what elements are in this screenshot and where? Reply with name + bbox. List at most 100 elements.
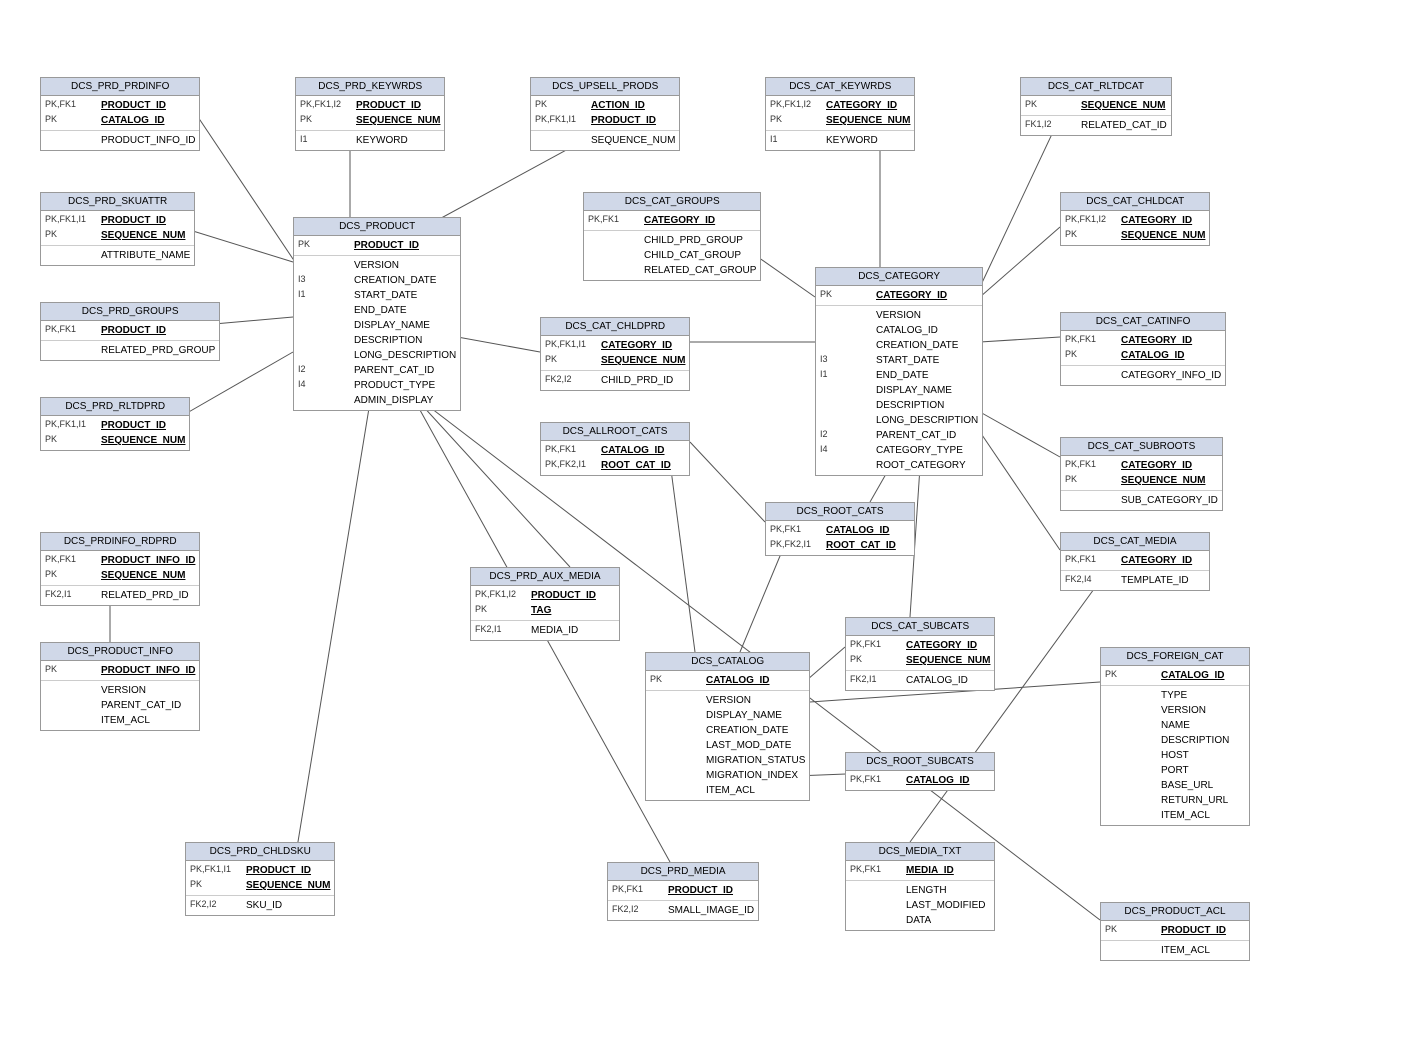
row-field: ACTION_ID	[591, 99, 645, 112]
row-key: PK,FK1,I1	[545, 339, 597, 351]
row-field: SKU_ID	[246, 899, 282, 912]
table-header-dcs_cat_subroots: DCS_CAT_SUBROOTS	[1061, 438, 1222, 456]
row-key: PK	[1065, 349, 1117, 361]
table-row: I1END_DATE	[816, 368, 982, 383]
table-dcs_root_subcats: DCS_ROOT_SUBCATSPK,FK1CATALOG_ID	[845, 752, 995, 791]
table-header-dcs_prd_groups: DCS_PRD_GROUPS	[41, 303, 219, 321]
row-field: MIGRATION_STATUS	[706, 754, 805, 767]
table-row: PK,FK1,I1PRODUCT_ID	[41, 418, 189, 433]
row-key: PK	[298, 239, 350, 251]
row-key: PK,FK1,I2	[770, 99, 822, 111]
table-row: FK2,I1 CATALOG_ID	[846, 670, 994, 688]
table-row: RELATED_PRD_GROUP	[41, 340, 219, 358]
row-key: PK,FK1	[588, 214, 640, 226]
row-field: VERSION	[876, 309, 921, 322]
row-field: CREATION_DATE	[706, 724, 788, 737]
table-row: PARENT_CAT_ID	[41, 698, 199, 713]
table-row: LENGTH	[846, 880, 994, 898]
table-row: PK,FK1PRODUCT_ID	[41, 323, 219, 338]
row-field: RELATED_CAT_ID	[1081, 119, 1167, 132]
table-row: PK,FK1CATEGORY_ID	[1061, 458, 1222, 473]
row-field: SMALL_IMAGE_ID	[668, 904, 754, 917]
table-row: PKCATEGORY_ID	[816, 288, 982, 303]
table-header-dcs_cat_keywrds: DCS_CAT_KEYWRDS	[766, 78, 914, 96]
table-row: ITEM_ACL	[1101, 808, 1249, 823]
row-field: MEDIA_ID	[531, 624, 578, 637]
table-row: I1START_DATE	[294, 288, 460, 303]
row-field: CATEGORY_ID	[876, 289, 947, 302]
row-field: SEQUENCE_NUM	[101, 434, 185, 447]
row-field: PRODUCT_ID	[101, 324, 166, 337]
table-dcs_product: DCS_PRODUCTPKPRODUCT_IDVERSIONI3CREATION…	[293, 217, 461, 411]
row-field: START_DATE	[354, 289, 417, 302]
row-field: PRODUCT_ID	[354, 239, 419, 252]
row-field: CHILD_PRD_ID	[601, 374, 673, 387]
table-dcs_cat_rltdcat: DCS_CAT_RLTDCATPKSEQUENCE_NUMFK1,I2RELAT…	[1020, 77, 1172, 136]
row-field: CATALOG_ID	[906, 674, 968, 687]
table-row: DESCRIPTION	[816, 398, 982, 413]
row-field: PARENT_CAT_ID	[876, 429, 956, 442]
table-row: PKSEQUENCE_NUM	[41, 228, 194, 243]
row-field: DATA	[906, 914, 931, 927]
row-field: DISPLAY_NAME	[706, 709, 782, 722]
table-row: BASE_URL	[1101, 778, 1249, 793]
row-key: FK2,I1	[850, 674, 902, 686]
table-dcs_media_txt: DCS_MEDIA_TXTPK,FK1MEDIA_IDLENGTHLAST_MO…	[845, 842, 995, 931]
row-field: END_DATE	[876, 369, 929, 382]
table-row: SUB_CATEGORY_ID	[1061, 490, 1222, 508]
row-field: CATEGORY_ID	[644, 214, 715, 227]
table-dcs_prd_rltdprd: DCS_PRD_RLTDPRDPK,FK1,I1PRODUCT_IDPKSEQU…	[40, 397, 190, 451]
table-dcs_allroot_cats: DCS_ALLROOT_CATSPK,FK1CATALOG_IDPK,FK2,I…	[540, 422, 690, 476]
table-row: PK,FK1PRODUCT_INFO_ID	[41, 553, 199, 568]
row-key: PK,FK1,I1	[45, 419, 97, 431]
table-row: PK,FK1,I2CATEGORY_ID	[766, 98, 914, 113]
table-row: PK,FK1PRODUCT_ID	[41, 98, 199, 113]
table-row: PKCATALOG_ID	[646, 673, 809, 688]
row-field: ROOT_CAT_ID	[826, 539, 896, 552]
row-field: CATEGORY_TYPE	[876, 444, 963, 457]
table-row: PKSEQUENCE_NUM	[1061, 228, 1209, 243]
row-key: I1	[770, 134, 822, 146]
row-field: ROOT_CATEGORY	[876, 459, 966, 472]
row-key: PK	[300, 114, 352, 126]
row-field: KEYWORD	[826, 134, 878, 147]
row-field: SEQUENCE_NUM	[1121, 229, 1205, 242]
table-dcs_upsell_prods: DCS_UPSELL_PRODSPKACTION_IDPK,FK1,I1PROD…	[530, 77, 680, 151]
table-row: MIGRATION_INDEX	[646, 768, 809, 783]
table-dcs_prd_skuattr: DCS_PRD_SKUATTRPK,FK1,I1PRODUCT_IDPKSEQU…	[40, 192, 195, 266]
row-key: PK	[1025, 99, 1077, 111]
row-key: PK	[45, 569, 97, 581]
row-key: PK	[190, 879, 242, 891]
table-row: I2PARENT_CAT_ID	[816, 428, 982, 443]
table-row: I2PARENT_CAT_ID	[294, 363, 460, 378]
row-field: PRODUCT_ID	[1161, 924, 1226, 937]
table-row: PKCATALOG_ID	[1101, 668, 1249, 683]
row-key: PK,FK1	[850, 864, 902, 876]
table-row: CATALOG_ID	[816, 323, 982, 338]
table-header-dcs_upsell_prods: DCS_UPSELL_PRODS	[531, 78, 679, 96]
table-row: PK,FK1,I1CATEGORY_ID	[541, 338, 689, 353]
table-header-dcs_product_info: DCS_PRODUCT_INFO	[41, 643, 199, 661]
table-row: PK,FK1,I2PRODUCT_ID	[296, 98, 444, 113]
table-header-dcs_allroot_cats: DCS_ALLROOT_CATS	[541, 423, 689, 441]
row-key: PK	[45, 114, 97, 126]
row-key: PK,FK1	[45, 99, 97, 111]
table-header-dcs_prd_aux_media: DCS_PRD_AUX_MEDIA	[471, 568, 619, 586]
table-row: PKTAG	[471, 603, 619, 618]
table-row: PK,FK1,I1PRODUCT_ID	[41, 213, 194, 228]
row-field: VERSION	[1161, 704, 1206, 717]
row-field: ITEM_ACL	[1161, 809, 1210, 822]
row-field: PRODUCT_ID	[101, 214, 166, 227]
row-key: PK,FK1	[1065, 334, 1117, 346]
row-key: PK,FK1	[1065, 554, 1117, 566]
table-row: PK,FK1MEDIA_ID	[846, 863, 994, 878]
table-row: FK2,I2SKU_ID	[186, 895, 334, 913]
row-field: RETURN_URL	[1161, 794, 1228, 807]
row-field: PRODUCT_ID	[531, 589, 596, 602]
row-field: RELATED_PRD_GROUP	[101, 344, 215, 357]
row-key: PK	[45, 229, 97, 241]
table-row: ROOT_CATEGORY	[816, 458, 982, 473]
row-field: CATEGORY_ID	[906, 639, 977, 652]
table-row: VERSION	[294, 255, 460, 273]
table-row: CHILD_PRD_GROUP	[584, 230, 760, 248]
